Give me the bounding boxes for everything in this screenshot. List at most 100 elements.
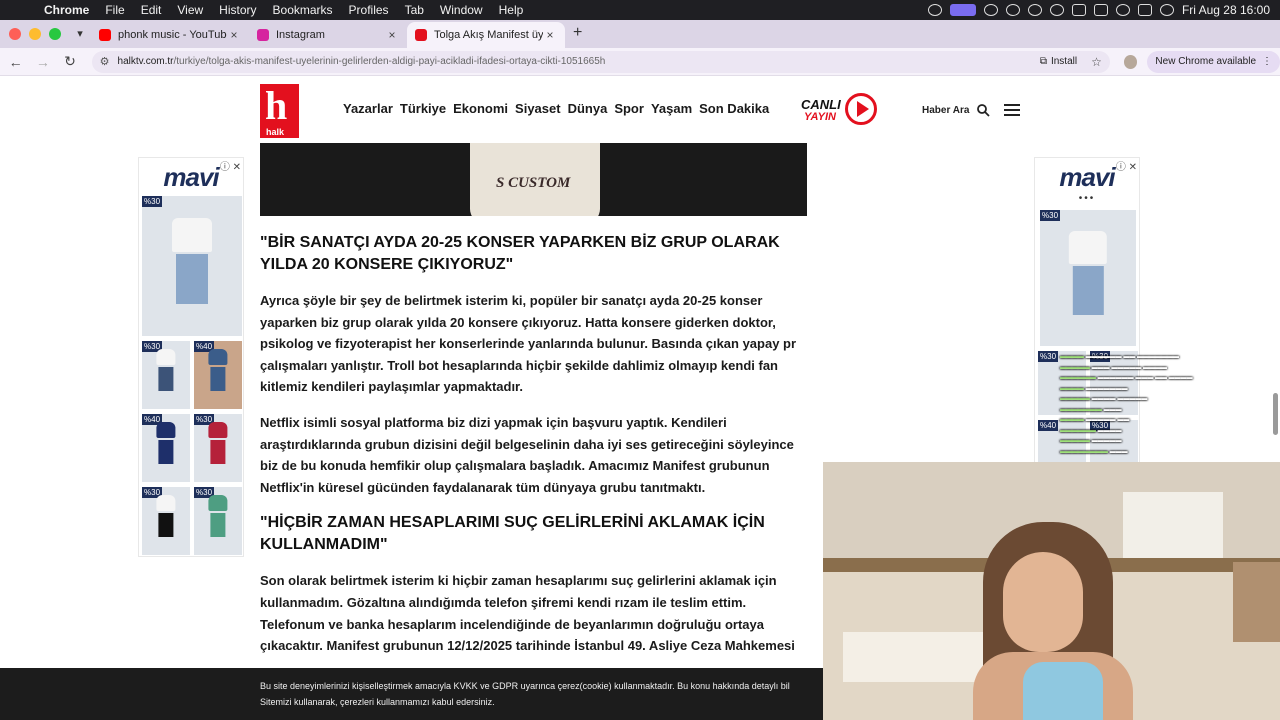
halktv-favicon-icon: [415, 29, 427, 41]
chat-line: ▬▬▬▬ ▬▬▬▬▬▬ ▬▬ ▬▬▬▬▬▬▬: [1060, 354, 1180, 360]
article-paragraph: Ayrıca şöyle bir şey de belirtmek isteri…: [260, 293, 797, 395]
menu-history[interactable]: History: [211, 3, 264, 17]
chat-bubble-icon[interactable]: [983, 4, 998, 16]
reload-icon[interactable]: ↻: [58, 53, 81, 70]
creative-cloud-icon[interactable]: [927, 4, 942, 16]
chat-line: ▬▬▬▬▬▬▬▬ ▬▬▬: [1060, 448, 1128, 455]
tab-halktv-article[interactable]: Tolga Akış Manifest üyelerinin ×: [407, 22, 565, 48]
profile-avatar[interactable]: [1123, 54, 1138, 69]
ad-product[interactable]: %30: [142, 196, 242, 336]
menu-view[interactable]: View: [169, 3, 211, 17]
chat-line: ▬▬▬▬▬▬ ▬▬▬▬▬▬ ▬▬▬ ▬▬ ▬▬▬▬: [1060, 375, 1193, 381]
tab-instagram[interactable]: Instagram ×: [249, 22, 407, 48]
chat-line: ▬▬▬▬▬ ▬▬▬ ▬▬▬▬▬ ▬▬▬▬: [1060, 364, 1168, 371]
screen-recorder-icon[interactable]: [949, 4, 976, 16]
nav-item-spor[interactable]: Spor: [614, 101, 644, 116]
discount-badge: %40: [1038, 420, 1059, 431]
forward-arrow-icon[interactable]: →: [31, 54, 54, 70]
article-paragraph: Son olarak belirtmek isterim ki hiçbir z…: [260, 573, 795, 654]
more-vert-icon: ⋮: [1262, 56, 1273, 67]
menu-bookmarks[interactable]: Bookmarks: [265, 3, 341, 17]
menu-help[interactable]: Help: [491, 3, 532, 17]
webcam-person-face: [1003, 552, 1083, 652]
macos-menu-bar: Chrome File Edit View History Bookmarks …: [0, 0, 1280, 20]
chat-line: ▬▬▬▬▬▬▬ ▬▬▬: [1060, 406, 1122, 413]
control-center-icon[interactable]: [1137, 4, 1152, 16]
article-body: "BİR SANATÇI AYDA 20-25 KONSER YAPARKEN …: [260, 232, 808, 671]
left-ad[interactable]: ⓘ ✕ mavi %30 %30 %40 %40 %30 %30 %30: [138, 157, 244, 557]
ad-product[interactable]: %30: [194, 487, 242, 555]
ad-product[interactable]: %30: [142, 341, 190, 409]
moon-icon[interactable]: [1005, 4, 1020, 16]
site-info-icon[interactable]: ⚙: [100, 55, 110, 68]
tab-youtube[interactable]: phonk music - YouTube ×: [91, 22, 249, 48]
model-figure: [208, 421, 228, 476]
chat-line: ▬▬▬▬ ▬▬▬▬▬ ▬▬: [1060, 417, 1130, 423]
ad-product[interactable]: %30: [194, 414, 242, 482]
model-figure: [156, 348, 176, 403]
battery-icon[interactable]: [1093, 4, 1108, 16]
bookmark-star-icon[interactable]: ☆: [1091, 55, 1102, 69]
close-tab-icon[interactable]: ×: [227, 28, 241, 42]
spotlight-search-icon[interactable]: [1115, 4, 1130, 16]
menu-file[interactable]: File: [97, 3, 132, 17]
nav-item-yazarlar[interactable]: Yazarlar: [343, 101, 393, 116]
new-tab-plus-icon[interactable]: +: [565, 24, 590, 48]
menu-window[interactable]: Window: [432, 3, 491, 17]
menu-tab[interactable]: Tab: [397, 3, 432, 17]
minimize-window-button[interactable]: [29, 28, 41, 40]
wifi-icon[interactable]: [1071, 4, 1086, 16]
menu-clock[interactable]: Fri Aug 28 16:00: [1182, 3, 1270, 17]
nav-item-siyaset[interactable]: Siyaset: [515, 101, 561, 116]
user-status-icon[interactable]: [1049, 4, 1064, 16]
new-chrome-available-button[interactable]: New Chrome available ⋮: [1147, 50, 1280, 73]
nav-item-dunya[interactable]: Dünya: [568, 101, 608, 116]
search-label: Haber Ara: [922, 105, 970, 116]
tab-strip: ▾ phonk music - YouTube × Instagram × To…: [0, 20, 1280, 48]
ad-product[interactable]: %30: [142, 487, 190, 555]
update-label: New Chrome available: [1155, 56, 1257, 67]
stream-chat-overlay: ▬▬▬▬ ▬▬▬▬▬▬ ▬▬ ▬▬▬▬▬▬▬ ▬▬▬▬▬ ▬▬▬ ▬▬▬▬▬ ▬…: [1060, 352, 1275, 462]
window-controls: [0, 28, 61, 48]
zoom-window-button[interactable]: [49, 28, 61, 40]
address-bar[interactable]: ⚙ halktv.com.tr /turkiye/tolga-akis-mani…: [91, 50, 1110, 73]
cookie-text-line-2: Sitemizi kullanarak, çerezleri kullanmam…: [260, 697, 495, 707]
chat-line: ▬▬▬▬▬ ▬▬▬▬ ▬▬▬▬▬: [1060, 396, 1148, 402]
text-input-icon[interactable]: [1027, 4, 1042, 16]
menu-profiles[interactable]: Profiles: [341, 3, 397, 17]
close-tab-icon[interactable]: ×: [385, 28, 399, 42]
ad-product[interactable]: %40: [194, 341, 242, 409]
hamburger-menu-icon[interactable]: [1004, 104, 1020, 116]
nav-item-turkiye[interactable]: Türkiye: [400, 101, 446, 116]
ad-product[interactable]: %30: [1040, 210, 1136, 346]
install-icon: ⧉: [1039, 56, 1047, 67]
back-arrow-icon[interactable]: ←: [4, 54, 27, 70]
instagram-favicon-icon: [257, 29, 269, 41]
halktv-logo[interactable]: h halk: [260, 83, 299, 138]
tab-search-chevron-icon[interactable]: ▾: [69, 27, 91, 48]
ad-close-icon[interactable]: ⓘ ✕: [1116, 158, 1137, 173]
live-label-2: YAYIN: [804, 111, 836, 123]
ad-close-icon[interactable]: ⓘ ✕: [220, 158, 241, 173]
live-broadcast-button[interactable]: CANLI YAYIN: [801, 93, 877, 127]
discount-badge: %30: [142, 196, 163, 207]
nav-item-yasam[interactable]: Yaşam: [651, 101, 692, 116]
play-icon: [845, 93, 877, 125]
install-label: Install: [1050, 56, 1078, 67]
close-tab-icon[interactable]: ×: [543, 28, 557, 42]
nav-item-son-dakika[interactable]: Son Dakika: [699, 101, 769, 116]
ad-product[interactable]: %40: [142, 414, 190, 482]
menu-app-name[interactable]: Chrome: [36, 3, 97, 17]
site-search-button[interactable]: Haber Ara: [922, 104, 991, 117]
menu-edit[interactable]: Edit: [133, 3, 170, 17]
discount-badge: %30: [1038, 351, 1059, 362]
carousel-dots-icon: •••: [1078, 193, 1096, 204]
install-app-button[interactable]: ⧉ Install: [1040, 56, 1077, 67]
article-subheading: "BİR SANATÇI AYDA 20-25 KONSER YAPARKEN …: [260, 234, 780, 273]
nav-item-ekonomi[interactable]: Ekonomi: [453, 101, 508, 116]
model-figure: [208, 494, 228, 549]
siri-icon[interactable]: [1159, 4, 1174, 16]
youtube-favicon-icon: [99, 29, 111, 41]
model-figure: [1068, 231, 1108, 340]
close-window-button[interactable]: [9, 28, 21, 40]
